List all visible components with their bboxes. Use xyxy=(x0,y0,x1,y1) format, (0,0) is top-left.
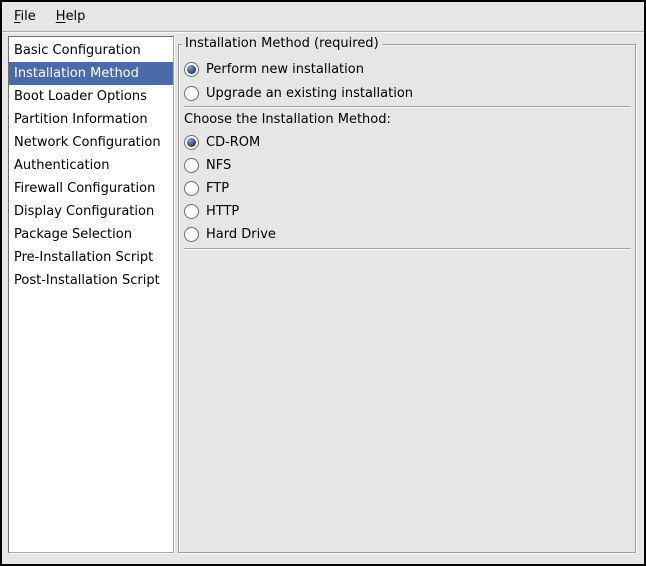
sidebar-item-authentication[interactable]: Authentication xyxy=(9,154,173,177)
radio-label: CD-ROM xyxy=(206,135,260,150)
sidebar-item-package-selection[interactable]: Package Selection xyxy=(9,223,173,246)
radio-http[interactable]: HTTP xyxy=(184,200,633,223)
radio-ftp[interactable]: FTP xyxy=(184,177,633,200)
sidebar-item-label: Display Configuration xyxy=(14,204,154,219)
sidebar-item-display-configuration[interactable]: Display Configuration xyxy=(9,200,173,223)
sidebar-item-installation-method[interactable]: Installation Method xyxy=(9,62,173,85)
section-list: Basic Configuration Installation Method … xyxy=(8,36,174,553)
radio-button-icon xyxy=(184,62,199,77)
menu-help[interactable]: Help xyxy=(46,2,96,31)
sidebar-item-label: Authentication xyxy=(14,158,109,173)
sidebar-item-boot-loader-options[interactable]: Boot Loader Options xyxy=(9,85,173,108)
sidebar-item-pre-installation-script[interactable]: Pre-Installation Script xyxy=(9,246,173,269)
choose-method-label: Choose the Installation Method: xyxy=(184,107,633,131)
radio-label: HTTP xyxy=(206,204,239,219)
radio-nfs[interactable]: NFS xyxy=(184,154,633,177)
sidebar-item-label: Package Selection xyxy=(14,227,132,242)
sidebar-item-label: Network Configuration xyxy=(14,135,161,150)
radio-label: Upgrade an existing installation xyxy=(206,86,413,101)
sidebar-item-firewall-configuration[interactable]: Firewall Configuration xyxy=(9,177,173,200)
sidebar-item-label: Boot Loader Options xyxy=(14,89,147,104)
radio-label: NFS xyxy=(206,158,231,173)
radio-button-icon xyxy=(184,86,199,101)
menubar: File Help xyxy=(2,2,644,32)
frame-body: Perform new installation Upgrade an exis… xyxy=(179,45,635,249)
radio-cd-rom[interactable]: CD-ROM xyxy=(184,131,633,154)
menu-item-label: Help xyxy=(56,9,86,24)
sidebar-item-label: Installation Method xyxy=(14,66,139,81)
radio-label: Hard Drive xyxy=(206,227,276,242)
install-type-radio-group: Perform new installation Upgrade an exis… xyxy=(184,57,633,105)
radio-button-icon xyxy=(184,204,199,219)
kickstart-configurator-window: File Help Basic Configuration Installati… xyxy=(0,0,646,566)
sidebar-item-label: Basic Configuration xyxy=(14,43,141,58)
radio-upgrade-an-existing-installation[interactable]: Upgrade an existing installation xyxy=(184,81,633,105)
radio-perform-new-installation[interactable]: Perform new installation xyxy=(184,57,633,81)
radio-label: FTP xyxy=(206,181,229,196)
sidebar-item-partition-information[interactable]: Partition Information xyxy=(9,108,173,131)
sidebar-item-basic-configuration[interactable]: Basic Configuration xyxy=(9,39,173,62)
separator xyxy=(184,248,631,249)
radio-button-icon xyxy=(184,181,199,196)
radio-button-icon xyxy=(184,227,199,242)
method-radio-group: CD-ROM NFS FTP HTTP xyxy=(184,131,633,246)
radio-hard-drive[interactable]: Hard Drive xyxy=(184,223,633,246)
radio-button-icon xyxy=(184,135,199,150)
sidebar-item-post-installation-script[interactable]: Post-Installation Script xyxy=(9,269,173,292)
sidebar-item-network-configuration[interactable]: Network Configuration xyxy=(9,131,173,154)
menu-item-label: File xyxy=(14,9,36,24)
radio-label: Perform new installation xyxy=(206,62,364,77)
sidebar-item-label: Pre-Installation Script xyxy=(14,250,153,265)
frame-title: Installation Method (required) xyxy=(182,36,382,52)
sidebar-item-label: Post-Installation Script xyxy=(14,273,160,288)
sidebar-item-label: Partition Information xyxy=(14,112,148,127)
installation-method-frame: Installation Method (required) Perform n… xyxy=(178,44,636,553)
radio-button-icon xyxy=(184,158,199,173)
sidebar-item-label: Firewall Configuration xyxy=(14,181,155,196)
menu-file[interactable]: File xyxy=(4,2,46,31)
